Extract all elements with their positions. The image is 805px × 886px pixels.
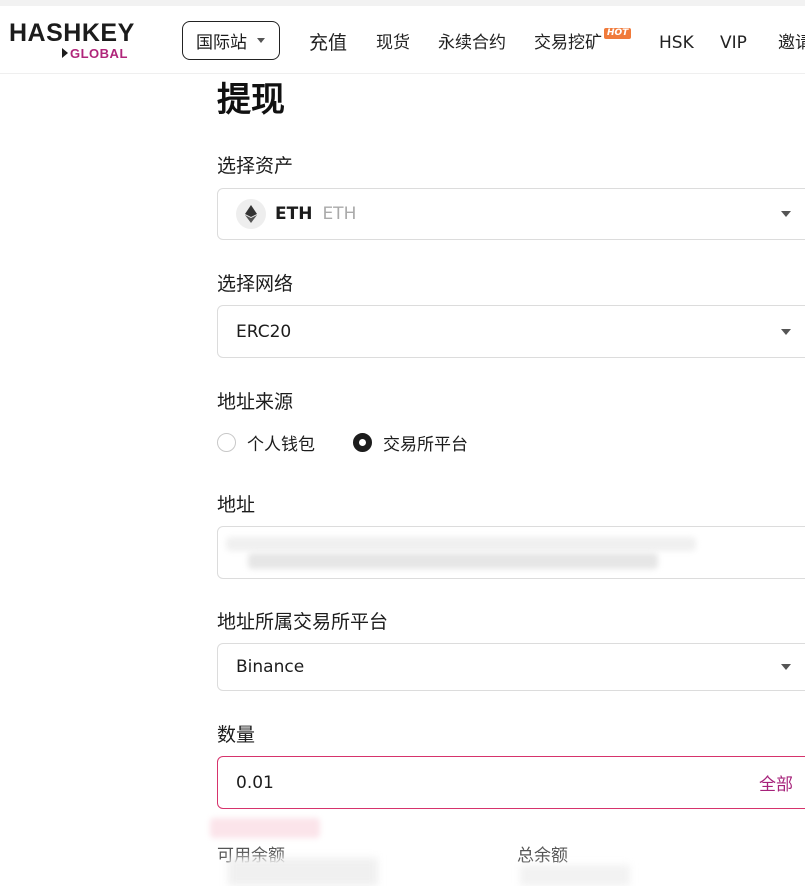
network-select[interactable]: ERC20 (217, 305, 805, 358)
chevron-down-icon (257, 38, 265, 43)
exchange-platform-select[interactable]: Binance (217, 643, 805, 691)
nav-trade-mining[interactable]: 交易挖矿 HOT (534, 28, 644, 58)
total-balance-label: 总余额 (517, 845, 568, 867)
nav-perpetual[interactable]: 永续合约 (438, 28, 506, 58)
radio-exchange-platform[interactable]: 交易所平台 (353, 430, 468, 455)
radio-circle-icon (217, 433, 236, 452)
exchange-platform-label: 地址所属交易所平台 (217, 609, 388, 635)
asset-label: 选择资产 (217, 153, 293, 179)
amount-input[interactable]: 0.01 全部 (217, 756, 805, 809)
hot-badge: HOT (604, 28, 631, 39)
redacted-address (248, 553, 658, 569)
redacted-total-balance (520, 865, 630, 886)
redacted-error-message (210, 818, 320, 838)
radio-personal-wallet-label: 个人钱包 (247, 430, 315, 455)
chevron-down-icon (781, 329, 791, 335)
nav-hsk[interactable]: HSK (659, 28, 694, 58)
address-source-options: 个人钱包 交易所平台 (217, 430, 506, 454)
address-input[interactable] (217, 526, 805, 579)
nav-deposit[interactable]: 充值 (309, 28, 347, 58)
chevron-down-icon (781, 664, 791, 670)
asset-value: ETH (275, 204, 312, 224)
radio-personal-wallet[interactable]: 个人钱包 (217, 430, 315, 455)
page-title: 提现 (217, 78, 285, 122)
radio-checked-icon (353, 433, 372, 452)
logo-triangle-icon (62, 48, 68, 58)
amount-value: 0.01 (236, 773, 274, 793)
nav-trade-mining-label: 交易挖矿 (534, 33, 602, 53)
amount-label: 数量 (217, 722, 255, 748)
asset-subtitle: ETH (322, 204, 356, 224)
network-value: ERC20 (236, 322, 291, 342)
address-label: 地址 (217, 492, 255, 518)
redacted-address (226, 537, 696, 551)
logo-subtitle: GLOBAL (62, 46, 128, 61)
radio-exchange-platform-label: 交易所平台 (383, 430, 468, 455)
address-source-label: 地址来源 (217, 389, 293, 415)
nav-spot[interactable]: 现货 (376, 28, 410, 58)
nav-invite[interactable]: 邀请 (778, 28, 805, 58)
region-label: 国际站 (196, 28, 247, 53)
max-amount-button[interactable]: 全部 (759, 770, 793, 795)
logo-wordmark: HASHKEY (9, 20, 135, 46)
ethereum-icon (236, 199, 266, 229)
chevron-down-icon (781, 211, 791, 217)
asset-select[interactable]: ETH ETH (217, 188, 805, 240)
logo-subtitle-text: GLOBAL (70, 46, 128, 61)
hashkey-global-logo[interactable]: HASHKEY GLOBAL (9, 20, 139, 64)
network-label: 选择网络 (217, 271, 293, 297)
nav-vip[interactable]: VIP (720, 28, 747, 58)
top-nav-bar: HASHKEY GLOBAL 国际站 充值 现货 永续合约 交易挖矿 HOT H… (0, 0, 805, 74)
redacted-available-balance (228, 858, 378, 886)
region-selector[interactable]: 国际站 (182, 21, 280, 60)
exchange-platform-value: Binance (236, 657, 304, 677)
